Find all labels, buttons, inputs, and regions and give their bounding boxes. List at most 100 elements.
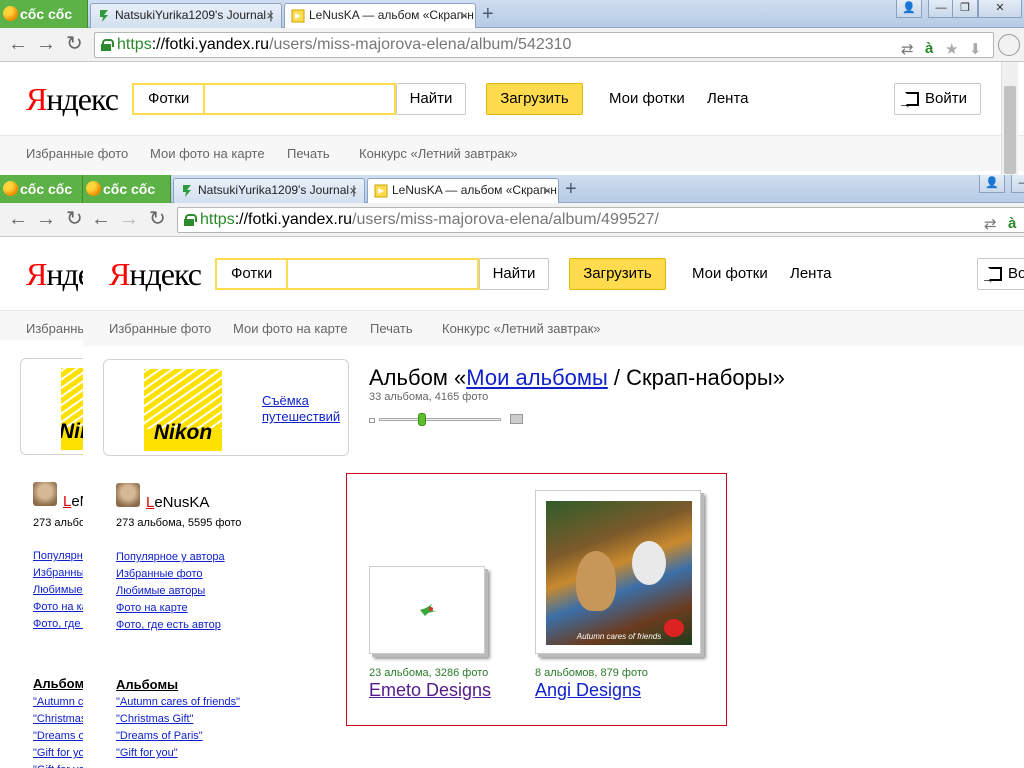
link-fav-authors[interactable]: Любимые авторы xyxy=(33,582,83,599)
my-albums-link[interactable]: Мои альбомы xyxy=(466,365,608,390)
zoom-thumb[interactable] xyxy=(417,413,426,426)
login-button[interactable]: Войти xyxy=(894,83,981,118)
coccoc-dictionary-icon[interactable]: à xyxy=(1008,215,1016,232)
album-link[interactable]: "Autumn cares of friends" xyxy=(33,694,83,711)
link-author-photos[interactable]: Фото, где есть автор xyxy=(33,616,83,633)
yandex-logo[interactable]: Яндекс xyxy=(26,81,119,118)
subnav-map[interactable]: Мои фото на карте xyxy=(150,146,265,161)
coccoc-tab[interactable]: cốc cốc xyxy=(0,0,88,28)
translate-icon[interactable]: ⇄ xyxy=(984,215,997,233)
scrollbar-thumb[interactable] xyxy=(1004,86,1016,174)
travel-photo-link[interactable]: Съёмка путешествий xyxy=(262,393,340,425)
search-input[interactable] xyxy=(210,85,390,113)
feed-link[interactable]: Лента xyxy=(707,90,749,107)
link-popular[interactable]: Популярное у автора xyxy=(33,548,83,565)
login-button[interactable]: Войти xyxy=(977,258,1024,293)
service-label[interactable]: Фотки xyxy=(134,85,206,113)
upload-button[interactable]: Загрузить xyxy=(569,258,666,290)
bookmark-star-icon[interactable]: ★ xyxy=(945,40,958,58)
zoom-slider[interactable] xyxy=(369,413,523,427)
zoom-large-icon[interactable] xyxy=(510,414,523,424)
subnav-favorites[interactable]: Избранные фото xyxy=(109,321,211,336)
tab-lenuska[interactable]: LeNusKA — альбом «Скрап-н × xyxy=(367,178,559,204)
new-tab-button[interactable]: + xyxy=(482,4,494,24)
reload-button[interactable]: ↻ xyxy=(66,34,83,54)
nikon-logo[interactable]: Nikon xyxy=(61,368,83,450)
minimize-button[interactable]: — xyxy=(1011,175,1024,193)
translate-icon[interactable]: ⇄ xyxy=(901,40,914,58)
account-icon[interactable]: 👤 xyxy=(896,0,922,18)
album-cover-angi[interactable]: Autumn cares of friends xyxy=(535,490,701,654)
search-input[interactable] xyxy=(293,260,473,288)
nikon-logo[interactable]: Nikon xyxy=(144,369,222,451)
back-button[interactable]: ← xyxy=(91,209,111,229)
yandex-logo[interactable]: Яндекс xyxy=(26,256,83,293)
close-tab-icon[interactable]: × xyxy=(543,179,551,202)
maximize-button[interactable]: ❐ xyxy=(952,0,978,18)
username[interactable]: LeNusKA xyxy=(63,493,83,510)
album-link[interactable]: "Gift for you" xyxy=(33,762,83,768)
back-button[interactable]: ← xyxy=(8,209,28,229)
yandex-logo[interactable]: Яндекс xyxy=(109,256,202,293)
coccoc-tab[interactable]: cốc cốc xyxy=(83,175,171,203)
album-link[interactable]: "Gift for you" xyxy=(33,745,83,762)
back-button[interactable]: ← xyxy=(8,34,28,54)
close-tab-icon[interactable]: × xyxy=(460,4,468,27)
tab-natsuki[interactable]: NatsukiYurika1209's Journal | × xyxy=(173,178,365,203)
subnav-favorites[interactable]: Избранные фото xyxy=(26,321,83,336)
link-favorites[interactable]: Избранные фото xyxy=(33,565,83,582)
my-photos-link[interactable]: Мои фотки xyxy=(692,265,768,282)
link-author-photos[interactable]: Фото, где есть автор xyxy=(116,617,225,634)
minimize-button[interactable]: — xyxy=(928,0,954,18)
album-name-emeto[interactable]: Emeto Designs xyxy=(369,680,491,701)
account-icon[interactable]: 👤 xyxy=(979,175,1005,193)
reload-button[interactable]: ↻ xyxy=(149,209,166,229)
album-link[interactable]: "Christmas Gift" xyxy=(33,711,83,728)
coccoc-tab[interactable]: cốc cốc xyxy=(0,175,83,203)
link-popular[interactable]: Популярное у автора xyxy=(116,549,225,566)
album-link[interactable]: "Christmas Gift" xyxy=(116,711,240,728)
link-fav-authors[interactable]: Любимые авторы xyxy=(116,583,225,600)
url-input[interactable]: https://fotki.yandex.ru/users/miss-major… xyxy=(94,32,994,58)
albums-heading[interactable]: Альбомы xyxy=(116,677,178,692)
album-name-angi[interactable]: Angi Designs xyxy=(535,680,641,701)
url-input[interactable]: https://fotki.yandex.ru/users/miss-major… xyxy=(177,207,1024,233)
forward-button[interactable]: → xyxy=(119,209,139,229)
zoom-small-icon[interactable] xyxy=(369,418,375,423)
subnav-print[interactable]: Печать xyxy=(287,146,330,161)
close-tab-icon[interactable]: × xyxy=(349,179,357,202)
album-link[interactable]: "Dreams of Paris" xyxy=(33,728,83,745)
avatar[interactable] xyxy=(116,483,140,507)
album-link[interactable]: "Gift for you" xyxy=(116,745,240,762)
avatar[interactable] xyxy=(33,482,57,506)
tab-natsuki[interactable]: NatsukiYurika1209's Journal | × xyxy=(90,3,282,28)
page-scrollbar[interactable] xyxy=(1001,62,1018,175)
upload-button[interactable]: Загрузить xyxy=(486,83,583,115)
tab-lenuska[interactable]: LeNusKA — альбом «Скрап-н × xyxy=(284,3,476,29)
profile-icon[interactable] xyxy=(998,34,1020,56)
forward-button[interactable]: → xyxy=(36,209,56,229)
album-link[interactable]: "Dreams of Paris" xyxy=(116,728,240,745)
album-cover-emeto[interactable] xyxy=(369,566,485,654)
find-button[interactable]: Найти xyxy=(396,83,466,115)
coccoc-dictionary-icon[interactable]: à xyxy=(925,40,933,57)
find-button[interactable]: Найти xyxy=(479,258,549,290)
subnav-print[interactable]: Печать xyxy=(370,321,413,336)
reload-button[interactable]: ↻ xyxy=(66,209,83,229)
service-label[interactable]: Фотки xyxy=(217,260,289,288)
close-tab-icon[interactable]: × xyxy=(266,4,274,27)
close-window-button[interactable]: ✕ xyxy=(978,0,1022,18)
my-photos-link[interactable]: Мои фотки xyxy=(609,90,685,107)
feed-link[interactable]: Лента xyxy=(790,265,832,282)
download-icon[interactable]: ⬇ xyxy=(969,40,982,58)
subnav-map[interactable]: Мои фото на карте xyxy=(233,321,348,336)
username[interactable]: LeNusKA xyxy=(146,494,209,511)
link-map[interactable]: Фото на карте xyxy=(116,600,225,617)
new-tab-button[interactable]: + xyxy=(565,179,577,199)
forward-button[interactable]: → xyxy=(36,34,56,54)
subnav-contest[interactable]: Конкурс «Летний завтрак» xyxy=(359,146,517,161)
subnav-favorites[interactable]: Избранные фото xyxy=(26,146,128,161)
album-link[interactable]: "Autumn cares of friends" xyxy=(116,694,240,711)
link-favorites[interactable]: Избранные фото xyxy=(116,566,225,583)
subnav-contest[interactable]: Конкурс «Летний завтрак» xyxy=(442,321,600,336)
